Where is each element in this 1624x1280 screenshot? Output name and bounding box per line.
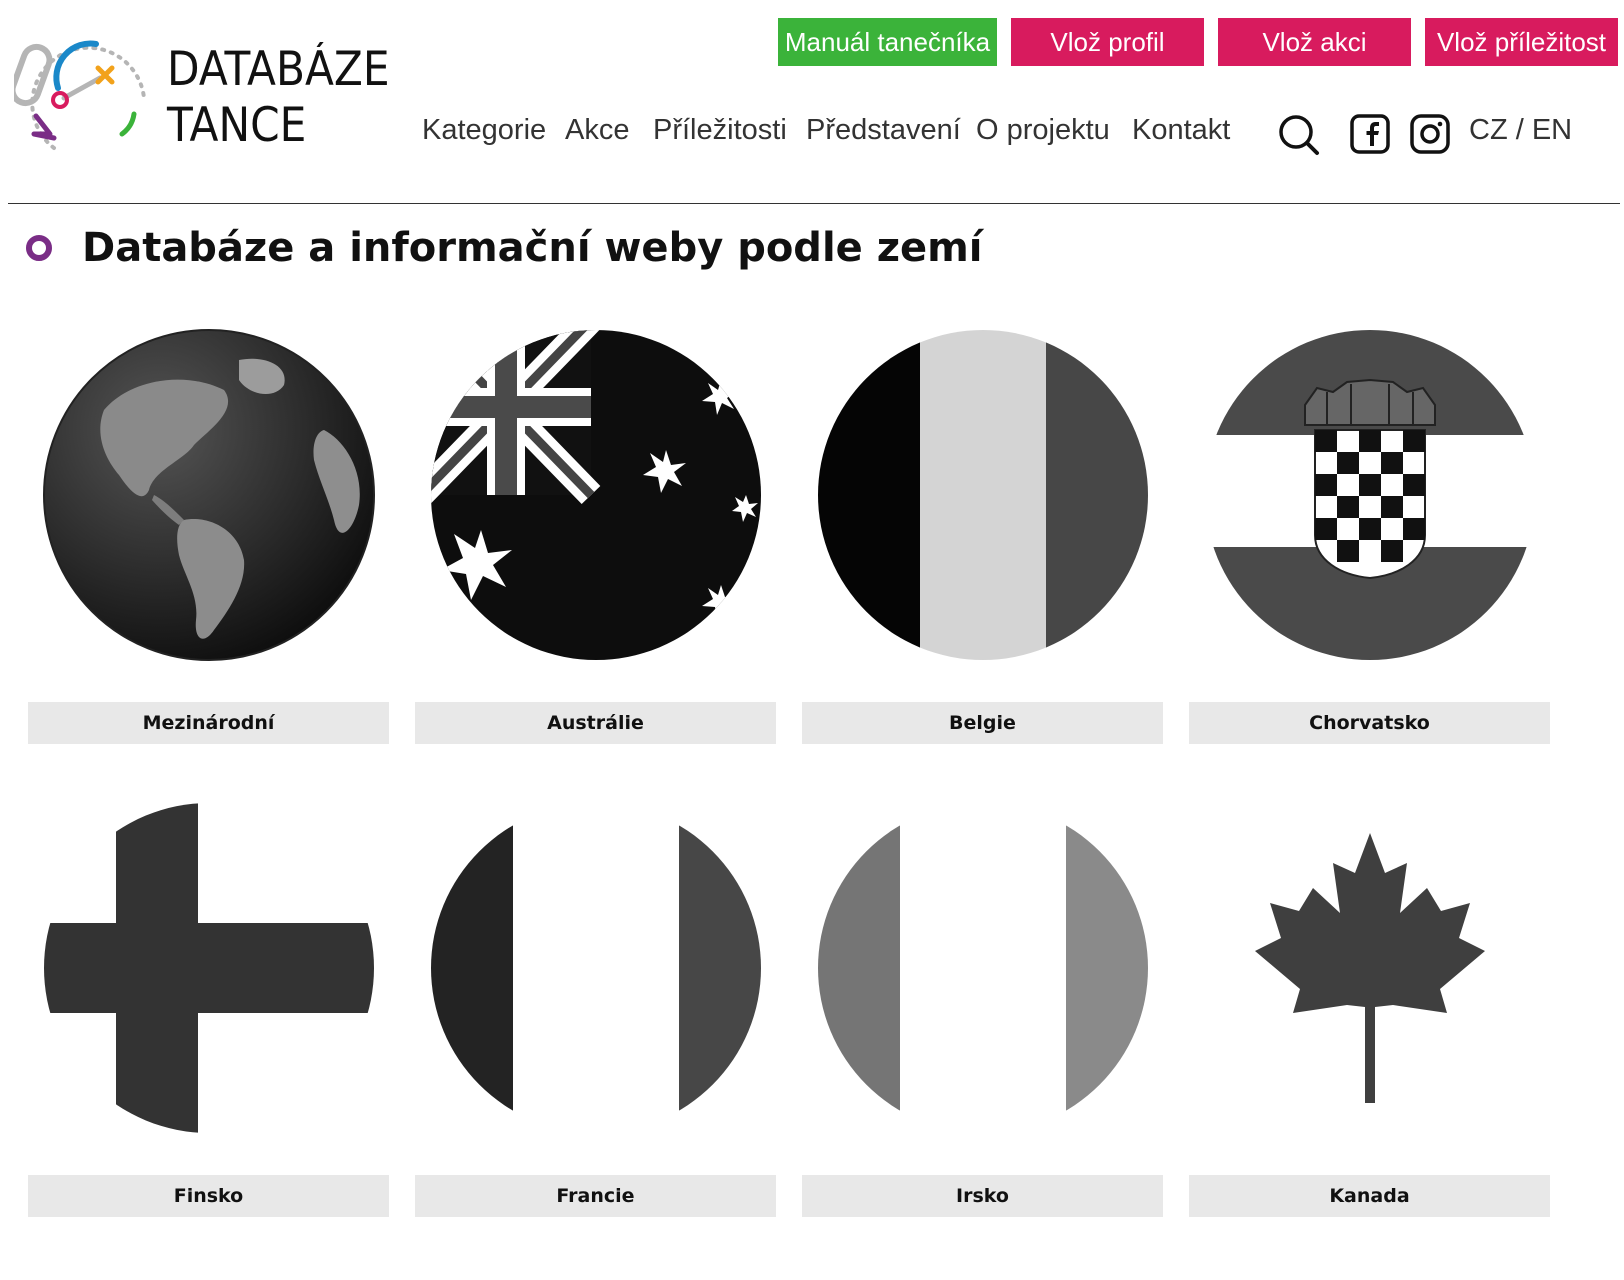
globe-icon xyxy=(43,329,375,661)
logo-line-1: DATABÁZE xyxy=(167,42,390,97)
header-divider xyxy=(8,203,1620,204)
belgium-flag-icon xyxy=(818,330,1148,660)
search-icon[interactable] xyxy=(1278,114,1320,156)
page-title: Databáze a informační weby podle zemí xyxy=(82,225,983,271)
country-label: Belgie xyxy=(802,702,1163,744)
language-switch[interactable]: CZ / EN xyxy=(1469,114,1572,147)
country-label: Irsko xyxy=(802,1175,1163,1217)
country-label: Chorvatsko xyxy=(1189,702,1550,744)
nav-item-opportunities[interactable]: Příležitosti xyxy=(653,114,787,147)
dancer-manual-button[interactable]: Manuál tanečníka xyxy=(778,18,997,66)
country-label: Austrálie xyxy=(415,702,776,744)
add-event-button[interactable]: Vlož akci xyxy=(1218,18,1411,66)
nav-item-categories[interactable]: Kategorie xyxy=(422,114,546,147)
nav-item-contact[interactable]: Kontakt xyxy=(1132,114,1230,147)
main-nav: Kategorie Akce Příležitosti Představení … xyxy=(0,114,1624,158)
facebook-icon[interactable] xyxy=(1350,114,1390,154)
add-opportunity-button[interactable]: Vlož příležitost xyxy=(1425,18,1618,66)
canada-flag-icon xyxy=(1255,833,1485,1103)
finland-flag-icon xyxy=(44,803,374,1133)
country-label: Mezinárodní xyxy=(28,702,389,744)
country-label: Francie xyxy=(415,1175,776,1217)
country-label: Finsko xyxy=(28,1175,389,1217)
australia-flag-icon xyxy=(431,330,761,660)
country-label: Kanada xyxy=(1189,1175,1550,1217)
add-profile-button[interactable]: Vlož profil xyxy=(1011,18,1204,66)
page-heading: Databáze a informační weby podle zemí xyxy=(26,225,983,271)
croatia-flag-icon xyxy=(1205,330,1535,660)
title-bullet-icon xyxy=(26,235,52,261)
nav-item-performances[interactable]: Představení xyxy=(806,114,961,147)
instagram-icon[interactable] xyxy=(1410,114,1450,154)
france-flag-icon xyxy=(431,803,761,1133)
top-action-buttons: Manuál tanečníka Vlož profil Vlož akci V… xyxy=(778,18,1618,66)
nav-item-about[interactable]: O projektu xyxy=(976,114,1110,147)
nav-item-events[interactable]: Akce xyxy=(565,114,629,147)
ireland-flag-icon xyxy=(818,803,1148,1133)
